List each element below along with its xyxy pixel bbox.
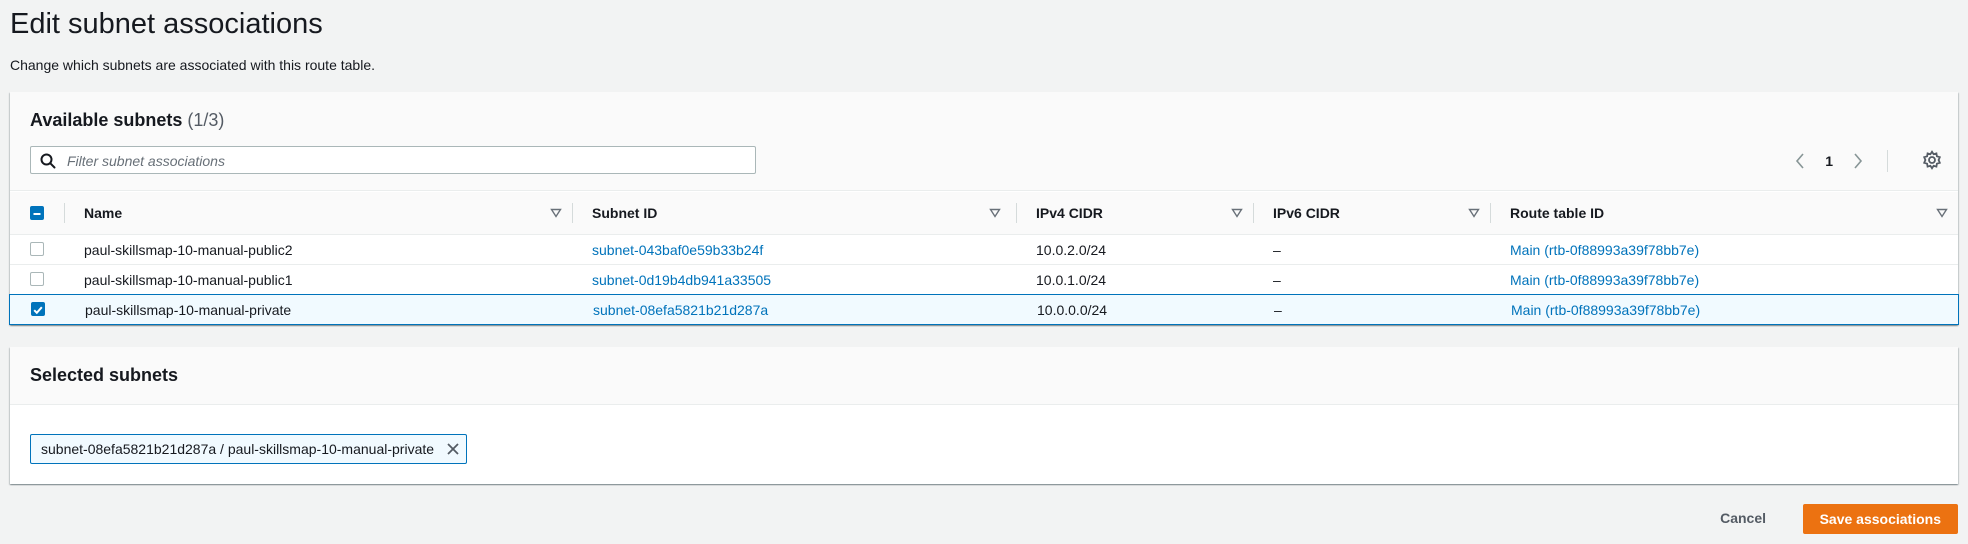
column-header-ipv4-cidr[interactable]: IPv4 CIDR [1036, 192, 1250, 234]
column-header-name-label: Name [84, 205, 123, 221]
pagination: 1 [1793, 150, 1888, 172]
column-separator [1490, 203, 1491, 223]
available-subnets-title-text: Available subnets [30, 110, 183, 130]
column-header-ipv4-cidr-label: IPv4 CIDR [1036, 205, 1103, 221]
indeterminate-icon [33, 213, 41, 215]
column-header-subnet-id-label: Subnet ID [592, 205, 658, 221]
route-table-link[interactable]: Main (rtb-0f88993a39f78bb7e) [1510, 235, 1699, 264]
selected-subnets-header [10, 347, 1958, 405]
available-subnets-panel: Available subnets (1/3) 1 [9, 92, 1959, 325]
selected-subnet-token: subnet-08efa5821b21d287a / paul-skillsma… [30, 434, 468, 464]
close-icon[interactable] [446, 442, 460, 456]
filter-input[interactable] [65, 147, 749, 175]
selected-subnets-title: Selected subnets [30, 365, 179, 385]
table-row[interactable]: paul-skillsmap-10-manual-public1 subnet-… [10, 265, 1958, 295]
column-header-ipv6-cidr[interactable]: IPv6 CIDR [1273, 192, 1487, 234]
column-header-name[interactable]: Name [84, 192, 566, 234]
pager-divider [1887, 150, 1888, 172]
table-row-selected[interactable]: paul-skillsmap-10-manual-private subnet-… [9, 294, 1959, 325]
filter-field[interactable] [30, 146, 756, 175]
subnet-id-link[interactable]: subnet-08efa5821b21d287a [593, 295, 768, 324]
subnet-id-link[interactable]: subnet-043baf0e59b33b24f [592, 235, 763, 264]
row-checkbox[interactable] [30, 272, 44, 286]
row-checkbox-checked[interactable] [31, 302, 45, 316]
available-subnets-title: Available subnets (1/3) [30, 110, 224, 131]
table-header: Name Subnet ID IPv4 CIDR IPv6 CIDR Route… [10, 192, 1958, 235]
ipv4-cidr: 10.0.2.0/24 [1036, 241, 1107, 258]
column-separator [1253, 203, 1254, 223]
subnet-id-link[interactable]: subnet-0d19b4db941a33505 [592, 265, 771, 294]
subnet-name: paul-skillsmap-10-manual-public2 [84, 241, 293, 258]
selection-count: (1/3) [187, 110, 225, 130]
ipv6-cidr: – [1274, 301, 1282, 318]
route-table-link[interactable]: Main (rtb-0f88993a39f78bb7e) [1511, 295, 1700, 324]
page-description: Change which subnets are associated with… [10, 57, 375, 73]
route-table-link[interactable]: Main (rtb-0f88993a39f78bb7e) [1510, 265, 1699, 294]
next-page-button[interactable] [1851, 152, 1865, 170]
current-page-number[interactable]: 1 [1825, 153, 1833, 169]
ipv6-cidr: – [1273, 271, 1281, 288]
available-subnets-header: Available subnets (1/3) 1 [10, 92, 1958, 191]
column-separator [64, 203, 65, 223]
ipv4-cidr: 10.0.0.0/24 [1037, 301, 1108, 318]
sort-caret-icon [1231, 208, 1243, 218]
chevron-right-icon [1854, 153, 1863, 169]
select-all-checkbox[interactable] [30, 206, 44, 220]
ipv4-cidr: 10.0.1.0/24 [1036, 271, 1107, 288]
column-header-subnet-id[interactable]: Subnet ID [592, 192, 1004, 234]
column-header-route-table-id[interactable]: Route table ID [1510, 192, 1950, 234]
chevron-left-icon [1796, 153, 1804, 169]
previous-page-button[interactable] [1793, 152, 1807, 170]
checkmark-icon [33, 306, 43, 315]
page-title: Edit subnet associations [10, 8, 323, 40]
column-header-ipv6-cidr-label: IPv6 CIDR [1273, 205, 1340, 221]
column-header-route-table-id-label: Route table ID [1510, 205, 1605, 221]
sort-caret-icon [989, 208, 1001, 218]
selected-subnet-token-label: subnet-08efa5821b21d287a / paul-skillsma… [41, 441, 435, 457]
save-associations-button[interactable]: Save associations [1802, 504, 1958, 534]
subnet-name: paul-skillsmap-10-manual-public1 [84, 271, 293, 288]
ipv6-cidr: – [1273, 241, 1281, 258]
column-separator [572, 203, 573, 223]
sort-caret-icon [1936, 208, 1948, 218]
cancel-button[interactable]: Cancel [1714, 509, 1772, 527]
sort-caret-icon [1468, 208, 1480, 218]
sort-caret-icon [550, 208, 562, 218]
settings-gear-icon[interactable] [1922, 150, 1942, 170]
table-row[interactable]: paul-skillsmap-10-manual-public2 subnet-… [10, 235, 1958, 265]
search-icon [40, 153, 56, 169]
column-separator [1016, 203, 1017, 223]
row-checkbox[interactable] [30, 242, 44, 256]
selected-subnets-panel: Selected subnets subnet-08efa5821b21d287… [10, 347, 1958, 484]
subnet-name: paul-skillsmap-10-manual-private [85, 301, 292, 318]
